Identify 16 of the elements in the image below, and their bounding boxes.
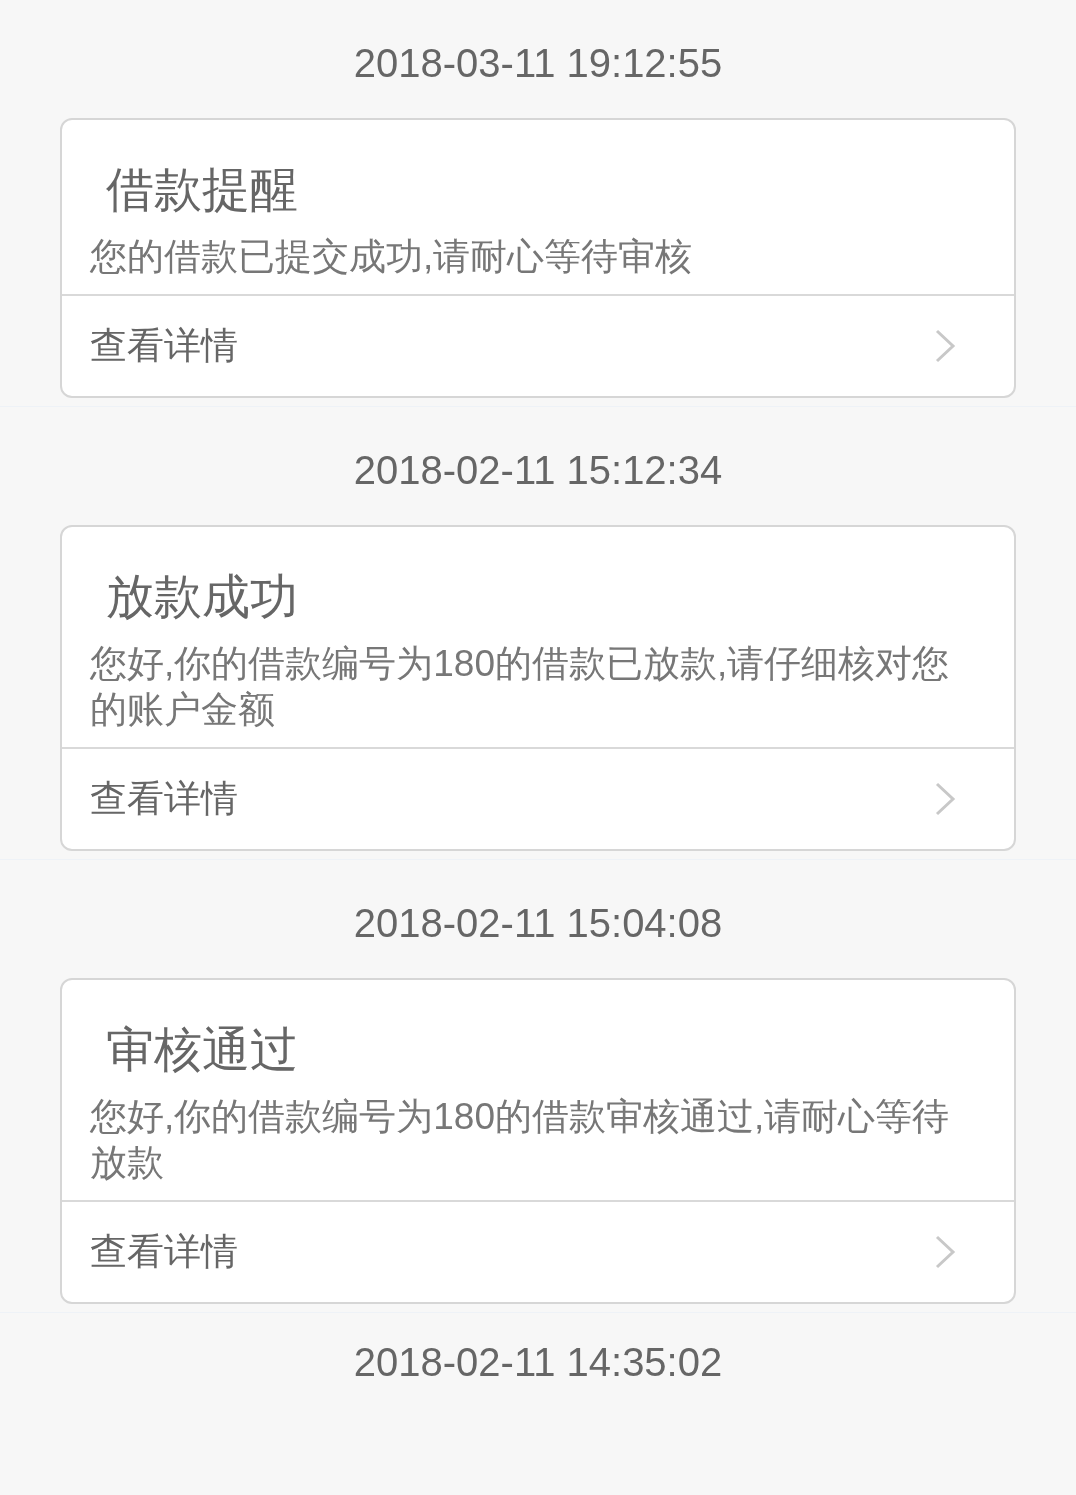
chevron-right-icon [934, 781, 956, 817]
view-details-row[interactable]: 查看详情 [62, 1202, 1014, 1302]
message-body: 您好,你的借款编号为180的借款已放款,请仔细核对您的账户金额 [90, 642, 951, 732]
message-title: 借款提醒 [105, 162, 299, 218]
timestamp: 2018-02-11 15:12:34 [353, 447, 723, 494]
view-details-row[interactable]: 查看详情 [62, 296, 1014, 396]
message-body: 您好,你的借款编号为180的借款审核通过,请耐心等待放款 [90, 1095, 951, 1185]
message-body: 您的借款已提交成功,请耐心等待审核 [90, 235, 694, 279]
chevron-right-icon [934, 328, 956, 364]
message-title: 审核通过 [105, 1022, 299, 1078]
chevron-right-icon [934, 1234, 956, 1270]
timestamp: 2018-02-11 14:35:02 [353, 1339, 723, 1386]
view-details-row[interactable]: 查看详情 [62, 749, 1014, 849]
message-title: 放款成功 [105, 569, 299, 625]
timestamp: 2018-02-11 15:04:08 [353, 900, 723, 947]
timestamp: 2018-03-11 19:12:55 [353, 40, 723, 87]
